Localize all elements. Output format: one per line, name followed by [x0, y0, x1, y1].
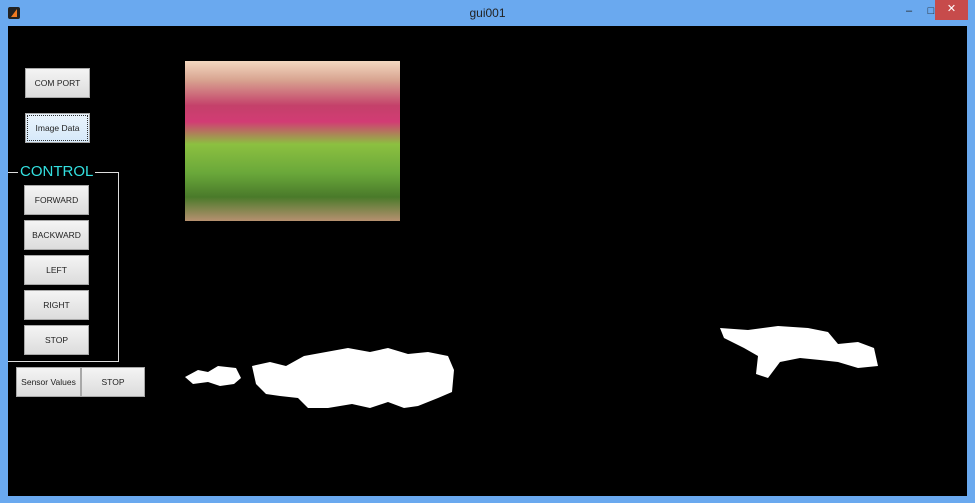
- close-button[interactable]: ✕: [935, 0, 968, 20]
- binary-mask-images: [185, 326, 878, 408]
- title-bar: gui001 ‒ □ ✕: [0, 0, 975, 26]
- window-title: gui001: [469, 6, 506, 20]
- mask-left: [185, 348, 454, 408]
- figure-area: COM PORT Image Data CONTROL FORWARD BACK…: [8, 26, 967, 496]
- minimize-button[interactable]: ‒: [898, 2, 920, 20]
- mask-right: [720, 326, 878, 378]
